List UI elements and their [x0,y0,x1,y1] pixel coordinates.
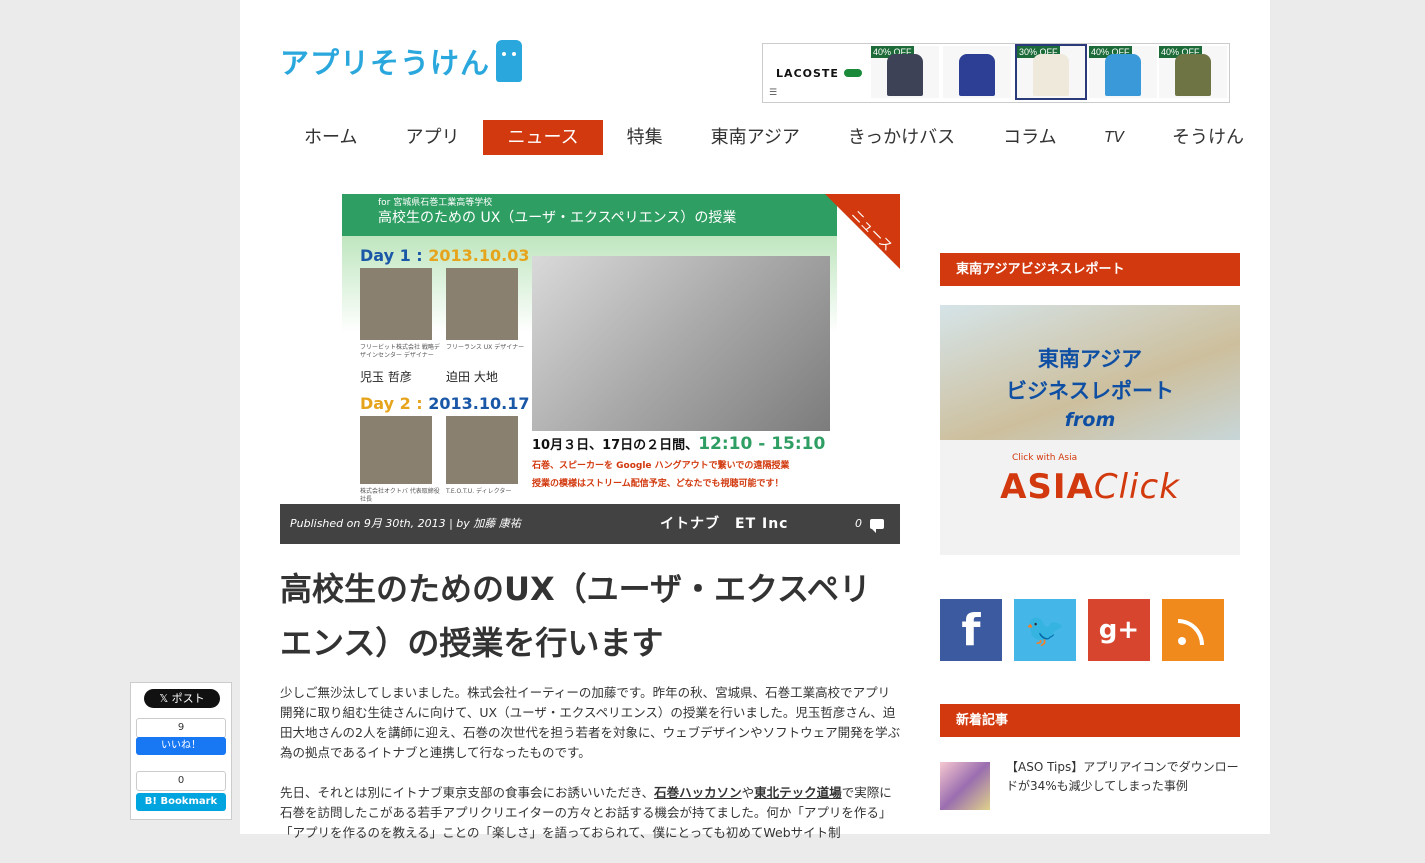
hatena-bookmark-count: 0 [136,771,226,791]
ad-product[interactable]: 30% OFF [1015,44,1087,100]
article-body: 少しご無沙汰してしまいました。株式会社イーティーの加藤です。昨年の秋、宮城県、石… [280,683,902,863]
product-image [887,54,923,96]
recent-post-thumbnail[interactable] [940,762,990,810]
facebook-icon[interactable]: f [940,599,1002,661]
event-poster: for 宮城県石巻工業高等学校 高校生のための UX（ユーザ・エクスペリエンス）… [342,194,837,514]
page-container: アプリそうけん LACOSTE ☰ 40% OFF 30% OFF 40% OF… [240,0,1270,840]
lacoste-ad-banner[interactable]: LACOSTE ☰ 40% OFF 30% OFF 40% OFF 40% OF… [762,43,1230,103]
asiaclick-tagline: Click with Asia [1012,453,1078,463]
speaker-photo [446,268,518,340]
ad-product[interactable]: 40% OFF [1159,46,1227,98]
product-image [1105,54,1141,96]
product-image [1175,54,1211,96]
link-tohoku-tech-dojo[interactable]: 東北テック道場 [754,785,842,800]
site-logo[interactable]: アプリそうけん [280,38,522,84]
share-box: 𝕏 ポスト 9 いいね！ 0 B! Bookmark [130,682,232,820]
ad-product[interactable]: 40% OFF [871,46,939,98]
google-plus-icon[interactable]: g+ [1088,599,1150,661]
rss-icon[interactable] [1162,599,1224,661]
poster-body: Day 1 : 2013.10.03 フリービット株式会社 戦略デザインセンター… [342,236,837,514]
link-ishinomaki-hackathon[interactable]: 石巻ハッカソン [654,785,742,800]
nav-news[interactable]: ニュース [483,120,603,155]
banner-line1: 東南アジア [1037,347,1143,371]
ad-product[interactable]: 40% OFF [1089,46,1157,98]
classroom-photo [532,256,830,431]
article-paragraph: 少しご無沙汰してしまいました。株式会社イーティーの加藤です。昨年の秋、宮城県、石… [280,685,901,760]
recent-post-item[interactable]: 【ASO Tips】アプリアイコンでダウンロードが34%も減少してしまった事例 [940,758,1240,814]
comment-count[interactable]: 0 [855,504,884,544]
nav-features[interactable]: 特集 [603,120,687,155]
nav-souken[interactable]: そうけん [1148,120,1268,155]
nav-tv[interactable]: TV [1081,120,1148,155]
logo-mascot-icon [496,40,522,82]
widget-title-recent: 新着記事 [940,704,1240,737]
asiaclick-logo: ASIAClick [1000,467,1180,507]
ad-product[interactable] [943,46,1011,98]
article-title: 高校生のためのUX（ユーザ・エクスペリエンス）の授業を行います [280,570,871,662]
poster-sponsor-logos: イトナブ ET Inc [660,516,789,532]
poster-title: 高校生のための UX（ユーザ・エクスペリエンス）の授業 [378,210,737,226]
post-meta[interactable]: Published on 9月 30th, 2013 | by 加藤 康祐 [290,504,521,544]
speaker-photo [360,268,432,340]
banner-line2: ビジネスレポート [1006,379,1174,403]
twitter-icon[interactable]: 🐦 [1014,599,1076,661]
nav-southeast-asia[interactable]: 東南アジア [687,120,824,155]
product-image [959,54,995,96]
widget-title-biz-report: 東南アジアビジネスレポート [940,253,1240,286]
speaker-name: 児玉 哲彦 [360,370,412,384]
speaker-name: 迫田 大地 [446,370,498,384]
post-meta-bar: Published on 9月 30th, 2013 | by 加藤 康祐 イト… [280,504,900,544]
facebook-like-button[interactable]: いいね！ [136,737,226,755]
social-links: f 🐦 g+ [940,599,1240,661]
speaker-role: T.E.O.T.U. ディレクター [446,488,512,495]
speaker-photo [446,416,518,484]
article-paragraph: 先日、それとは別にイトナブ東京支部の食事会にお誘いいただき、石巻ハッカソンや東北… [280,785,892,840]
speaker-role: フリービット株式会社 戦略デザインセンター デザイナー [360,344,440,359]
hamburger-icon[interactable]: ☰ [769,88,777,98]
main-nav: ホーム アプリ ニュース 特集 東南アジア きっかけバス コラム TV そうけん [280,120,1244,155]
logo-text: アプリそうけん [280,46,491,80]
poster-period: 10月３日、17日の２日間、12:10 - 15:10 [532,434,826,454]
speaker-photo [360,416,432,484]
nav-apps[interactable]: アプリ [381,120,483,155]
nav-column[interactable]: コラム [979,120,1080,155]
biz-report-banner[interactable]: 東南アジア ビジネスレポート from Click with Asia ASIA… [940,305,1240,555]
crocodile-icon [843,69,862,77]
speaker-role: 株式会社オクトバ 代表取締役社長 [360,488,440,503]
featured-image[interactable]: for 宮城県石巻工業高等学校 高校生のための UX（ユーザ・エクスペリエンス）… [280,194,900,544]
ad-brand-logo[interactable]: LACOSTE [769,56,869,90]
nav-kikkake-bus[interactable]: きっかけバス [824,120,979,155]
recent-post-title[interactable]: 【ASO Tips】アプリアイコンでダウンロードが34%も減少してしまった事例 [1006,758,1240,796]
speaker-role: フリーランス UX デザイナー [446,344,525,351]
poster-note: 石巻、スピーカーを Google ハングアウトで繋いでの遠隔授業 [532,461,790,471]
banner-from: from [1064,409,1116,431]
hatena-bookmark-box: 0 B! Bookmark [136,771,226,811]
poster-header: for 宮城県石巻工業高等学校 高校生のための UX（ユーザ・エクスペリエンス）… [342,194,837,236]
hatena-bookmark-button[interactable]: B! Bookmark [136,793,226,811]
poster-day1: Day 1 : 2013.10.03 [360,246,530,265]
facebook-like-count: 9 [136,718,226,738]
nav-home[interactable]: ホーム [280,120,381,155]
poster-day2: Day 2 : 2013.10.17 [360,394,530,413]
facebook-like-box: 9 いいね！ [136,718,226,756]
product-image [1033,54,1069,96]
poster-note: 授業の模様はストリーム配信予定、どなたでも視聴可能です！ [532,479,784,489]
poster-for-line: for 宮城県石巻工業高等学校 [378,198,493,208]
x-post-button[interactable]: 𝕏 ポスト [144,689,220,708]
comment-icon [870,519,884,533]
